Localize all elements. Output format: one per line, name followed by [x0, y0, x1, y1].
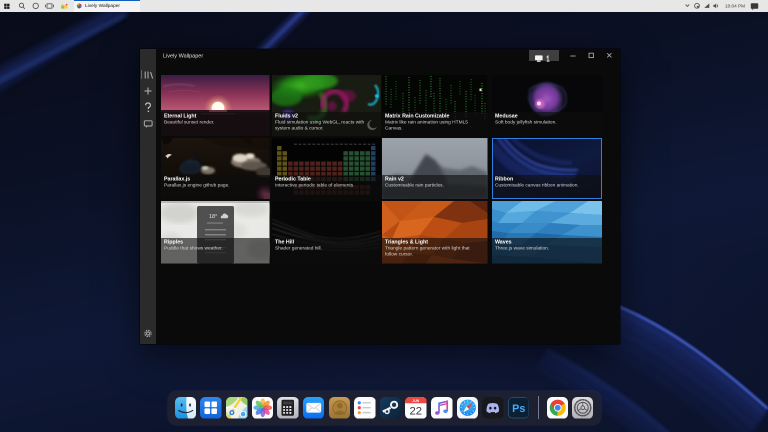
svg-text:Ps: Ps — [512, 403, 525, 415]
svg-text:18°: 18° — [209, 214, 217, 220]
svg-text:JUN: JUN — [413, 399, 420, 403]
svg-text:22: 22 — [410, 405, 422, 417]
